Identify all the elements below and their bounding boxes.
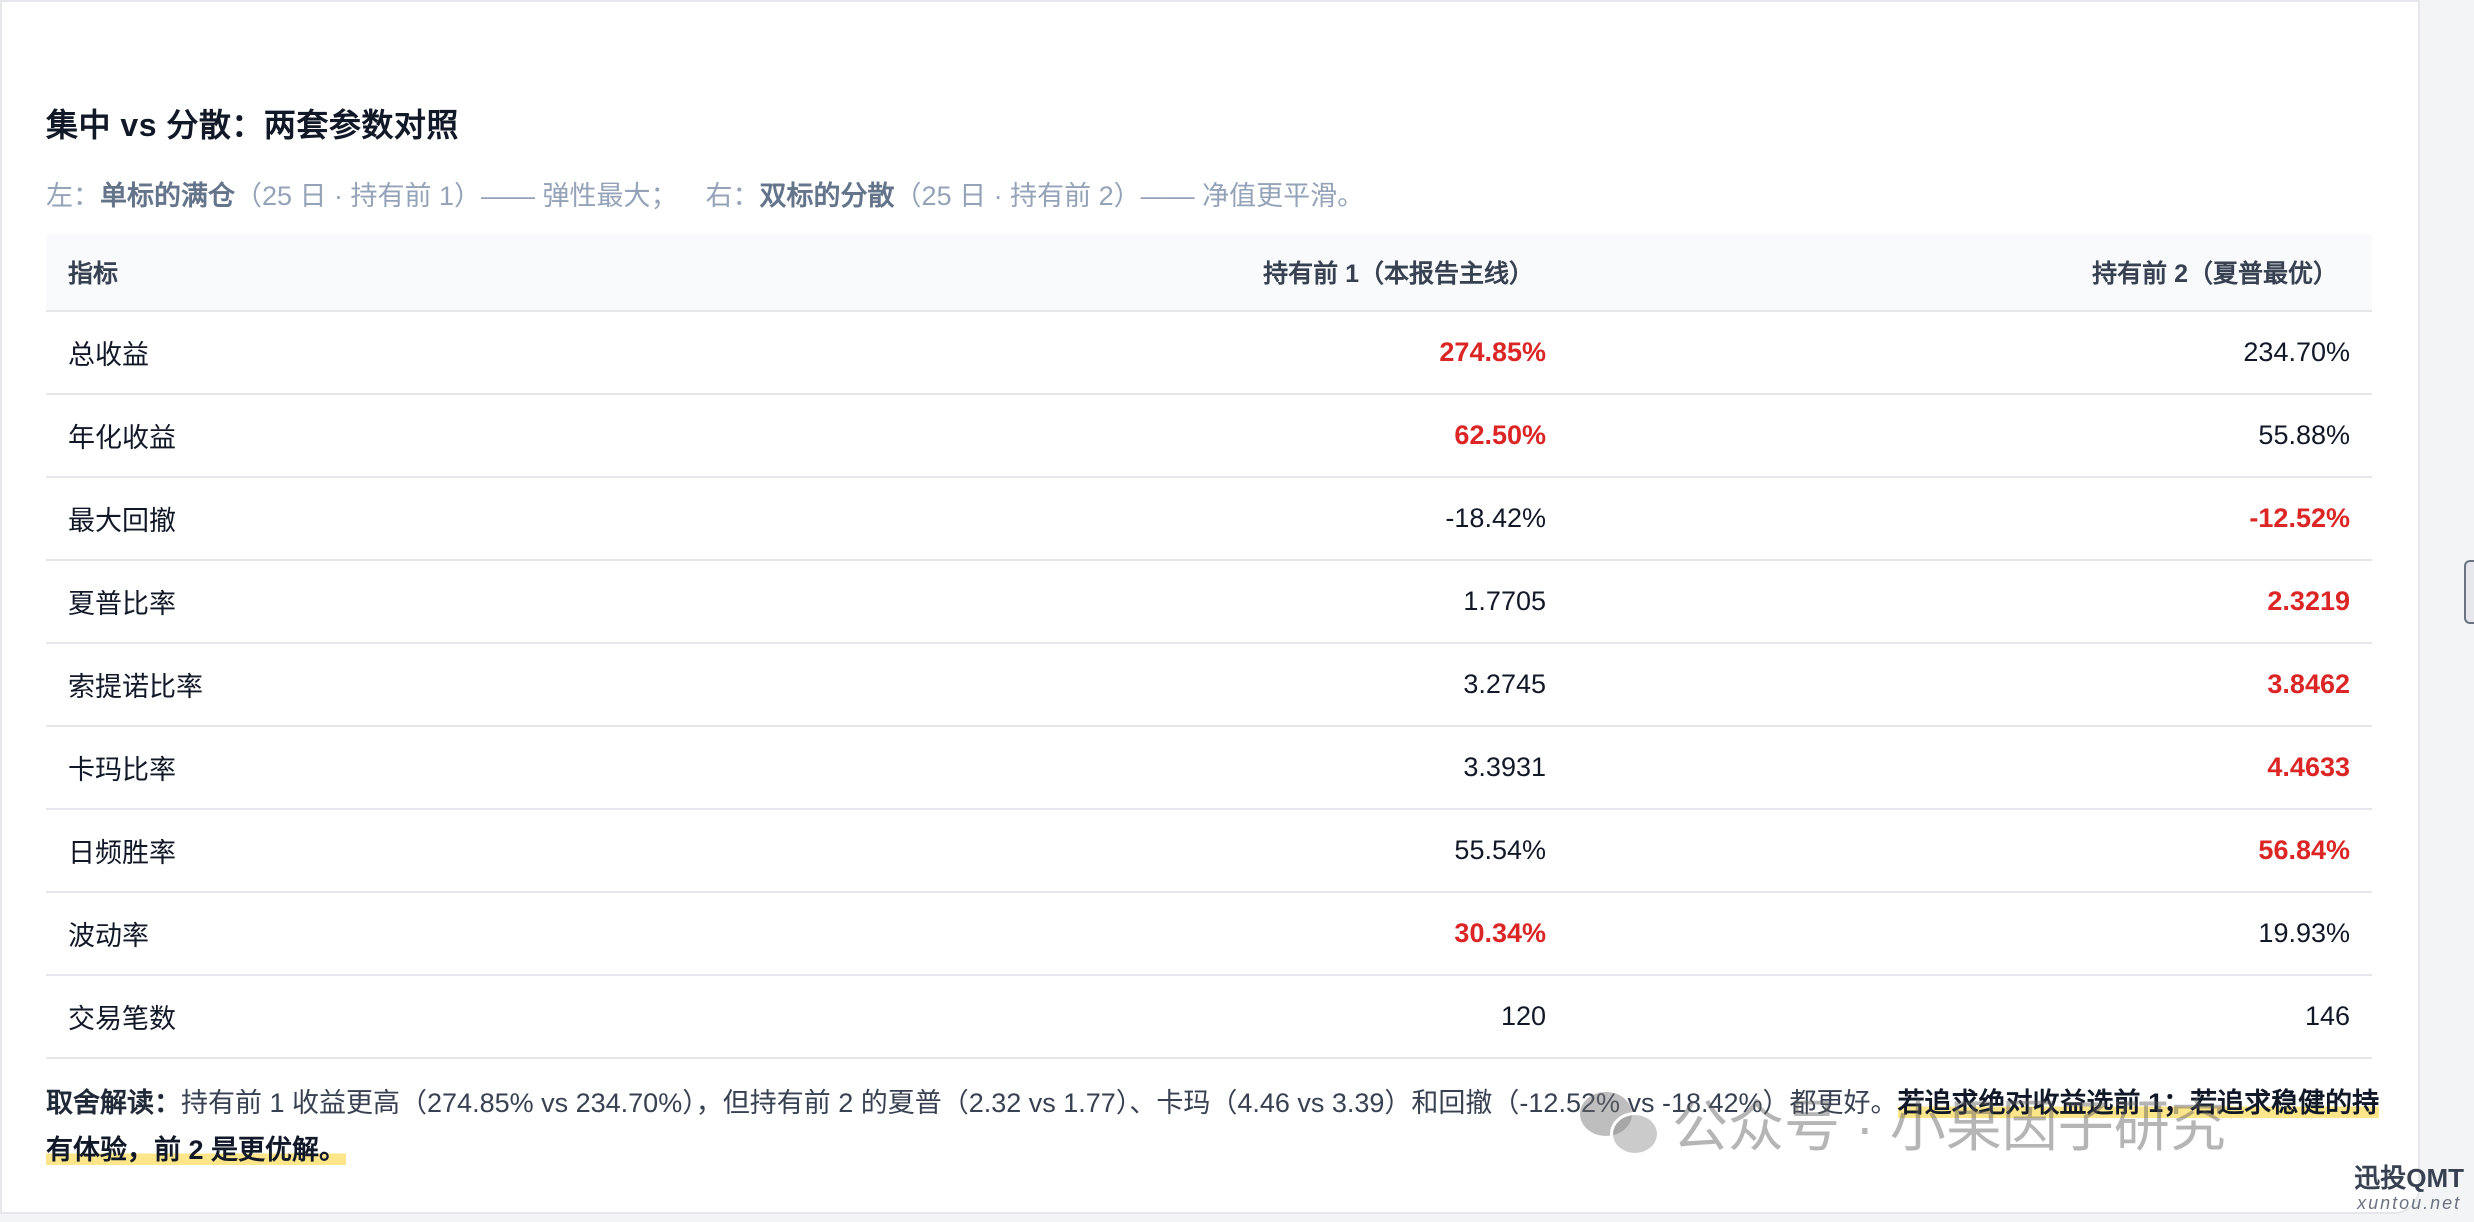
header-hold-top2: 持有前 2（夏普最优） xyxy=(1568,234,2372,312)
subtitle-right-rest: （25 日 · 持有前 2）—— 净值更平滑。 xyxy=(894,181,1365,211)
table-row: 年化收益 62.50% 55.88% xyxy=(46,394,2372,478)
brand-name: 迅投QMT xyxy=(2354,1163,2464,1193)
note-lead: 取舍解读： xyxy=(46,1088,181,1118)
table-row: 波动率 30.34% 19.93% xyxy=(46,892,2372,976)
hold-top2-value-cell: 55.88% xyxy=(1568,394,2372,478)
table-row: 索提诺比率 3.2745 3.8462 xyxy=(46,643,2372,727)
metric-name-cell: 日频胜率 xyxy=(46,809,790,893)
hold-top2-value-cell: 19.93% xyxy=(1568,892,2372,976)
metric-name-cell: 卡玛比率 xyxy=(46,726,790,810)
section-title: 集中 vs 分散：两套参数对照 xyxy=(46,107,459,143)
hold-top2-value-cell: 4.4633 xyxy=(1568,726,2372,810)
metric-name-cell: 最大回撤 xyxy=(46,477,790,561)
subtitle-left-rest: （25 日 · 持有前 1）—— 弹性最大； xyxy=(235,181,678,211)
metric-name-cell: 索提诺比率 xyxy=(46,643,790,727)
hold-top1-value-cell: 1.7705 xyxy=(790,560,1568,644)
side-scroll-handle[interactable] xyxy=(2464,560,2474,624)
header-hold-top1: 持有前 1（本报告主线） xyxy=(790,234,1568,312)
brand-url: xuntou.net xyxy=(2357,1193,2462,1213)
hold-top1-value-cell: 3.2745 xyxy=(790,643,1568,727)
table-row: 日频胜率 55.54% 56.84% xyxy=(46,809,2372,893)
section-subtitle: 左：单标的满仓（25 日 · 持有前 1）—— 弹性最大； 右：双标的分散（25 … xyxy=(46,174,1364,213)
subtitle-left-bold: 单标的满仓 xyxy=(100,181,235,211)
subtitle-right-prefix: 右： xyxy=(705,181,760,211)
watermark-text: 公众号 · 小果因子研究 xyxy=(1672,1095,2226,1158)
subtitle-right-bold: 双标的分散 xyxy=(759,181,895,211)
hold-top2-value-cell: 234.70% xyxy=(1568,311,2372,395)
hold-top1-value-cell: -18.42% xyxy=(790,477,1568,561)
table-header-row: 指标 持有前 1（本报告主线） 持有前 2（夏普最优） xyxy=(46,234,2372,312)
comparison-table: 指标 持有前 1（本报告主线） 持有前 2（夏普最优） 总收益 274.85% 23… xyxy=(46,234,2372,1059)
header-metric: 指标 xyxy=(46,234,790,312)
metric-name-cell: 波动率 xyxy=(46,892,790,976)
table-row: 总收益 274.85% 234.70% xyxy=(46,311,2372,395)
table-row: 夏普比率 1.7705 2.3219 xyxy=(46,560,2372,644)
brand-logo: 迅投QMT xuntou.net xyxy=(2354,1163,2464,1214)
table-row: 最大回撤 -18.42% -12.52% xyxy=(46,477,2372,561)
hold-top2-value-cell: 3.8462 xyxy=(1568,643,2372,727)
hold-top1-value-cell: 30.34% xyxy=(790,892,1568,976)
hold-top2-value-cell: -12.52% xyxy=(1568,477,2372,561)
report-card: 集中 vs 分散：两套参数对照 左：单标的满仓（25 日 · 持有前 1）—— … xyxy=(0,0,2420,1214)
metric-name-cell: 交易笔数 xyxy=(46,975,790,1059)
hold-top2-value-cell: 2.3219 xyxy=(1568,560,2372,644)
subtitle-left-prefix: 左： xyxy=(46,181,100,211)
hold-top2-value-cell: 146 xyxy=(1568,975,2372,1059)
hold-top1-value-cell: 274.85% xyxy=(790,311,1568,395)
hold-top1-value-cell: 120 xyxy=(790,975,1568,1059)
wechat-watermark: 公众号 · 小果因子研究 xyxy=(1580,1082,2226,1163)
hold-top1-value-cell: 62.50% xyxy=(790,394,1568,478)
metric-name-cell: 年化收益 xyxy=(46,394,790,478)
metric-name-cell: 总收益 xyxy=(46,311,790,395)
table-row: 交易笔数 120 146 xyxy=(46,975,2372,1059)
hold-top1-value-cell: 3.3931 xyxy=(790,726,1568,810)
table-body: 总收益 274.85% 234.70% 年化收益 62.50% 55.88% 最大回撤 -18… xyxy=(46,311,2372,1059)
hold-top2-value-cell: 56.84% xyxy=(1568,809,2372,893)
wechat-icon xyxy=(1580,1091,1660,1156)
hold-top1-value-cell: 55.54% xyxy=(790,809,1568,893)
metric-name-cell: 夏普比率 xyxy=(46,560,790,644)
table-row: 卡玛比率 3.3931 4.4633 xyxy=(46,726,2372,810)
